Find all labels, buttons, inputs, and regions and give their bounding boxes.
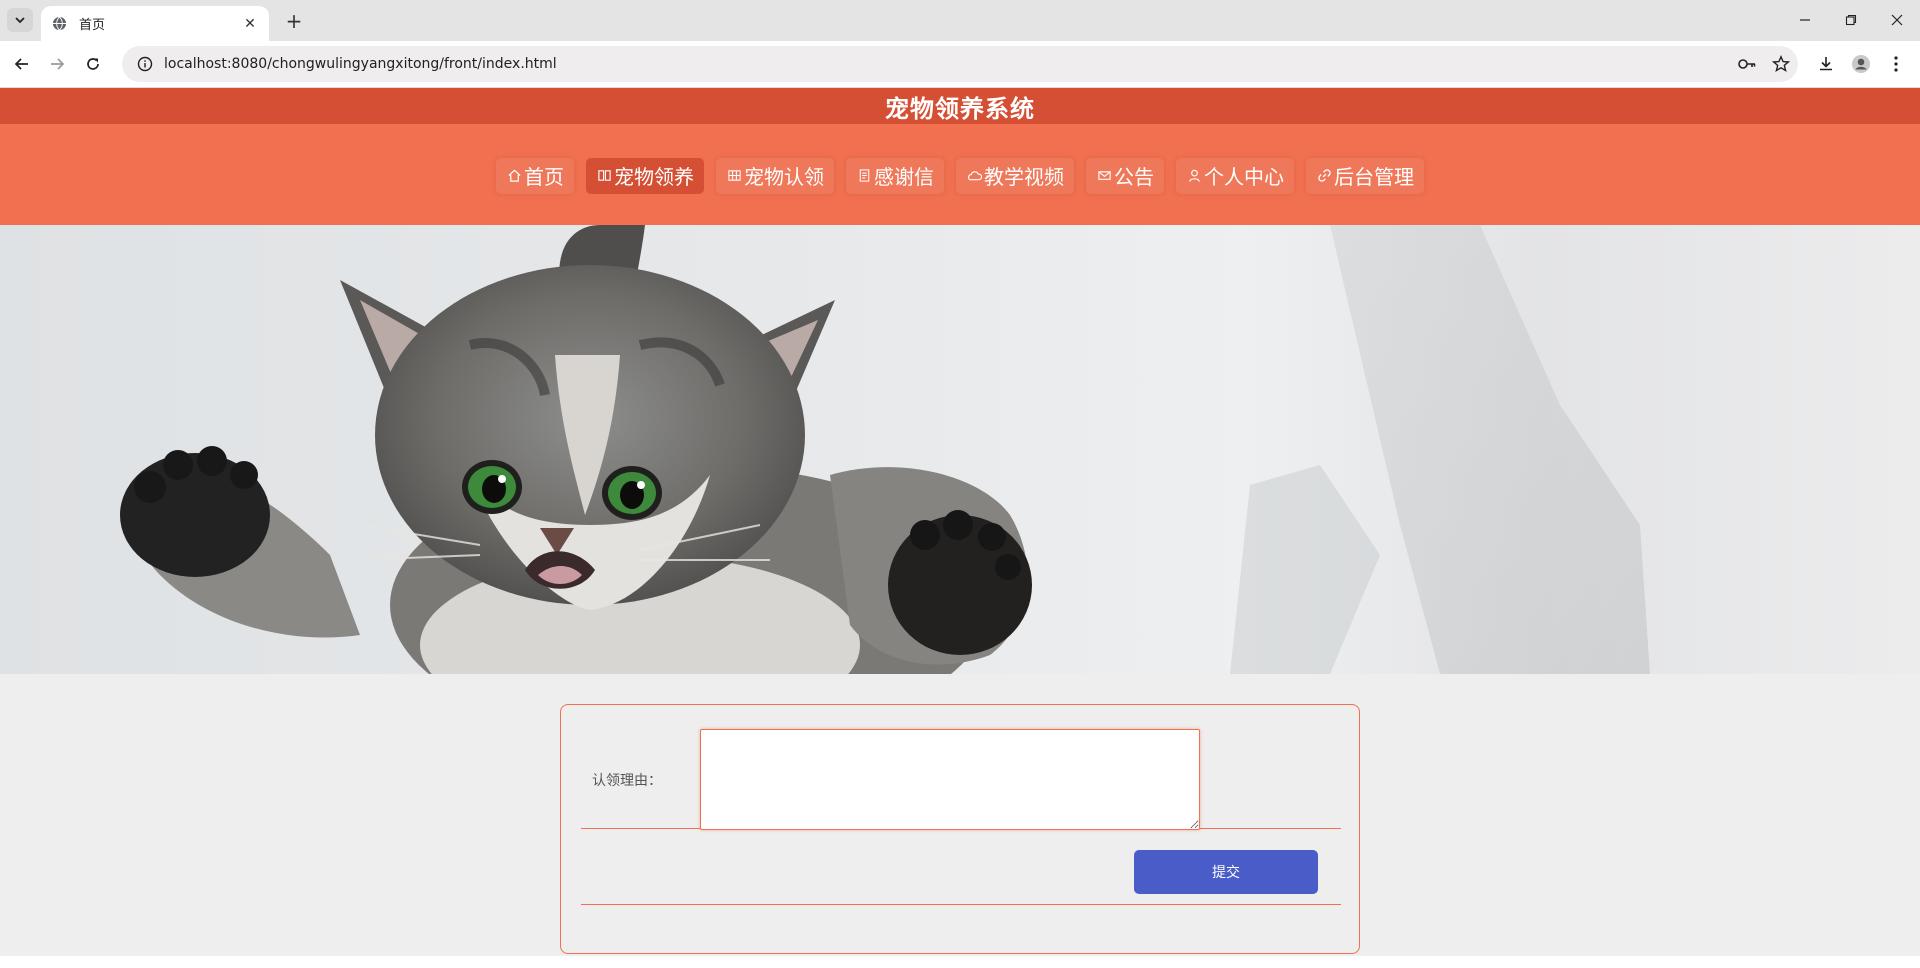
browser-toolbar: localhost:8080/chongwulingyangxitong/fro… [0,41,1920,88]
key-icon[interactable] [1730,49,1764,79]
form-row-actions: 提交 [581,829,1341,905]
claim-form: 认领理由： 提交 [560,704,1360,954]
nav-item-tutorial-videos[interactable]: 教学视频 [956,157,1074,194]
profile-button[interactable] [1846,49,1876,79]
minimize-button[interactable] [1782,0,1828,40]
new-tab-button[interactable]: + [282,9,306,33]
nav-item-label: 感谢信 [874,165,934,189]
mail-icon [1096,168,1112,184]
close-icon [1891,14,1903,26]
claim-reason-label: 认领理由： [592,773,662,789]
minimize-icon [1800,19,1810,21]
grid-icon [726,168,742,184]
banner-carousel[interactable] [0,225,1920,674]
cloud-icon [966,168,982,184]
site-header: 宠物领养系统 [0,88,1920,124]
restore-button[interactable] [1828,0,1874,40]
claim-reason-textarea[interactable] [700,729,1200,830]
forward-button[interactable] [42,49,72,79]
form-row-reason: 认领理由： [581,719,1341,830]
arrow-left-icon [14,58,28,70]
download-icon [1820,57,1832,71]
profile-icon [1852,55,1870,73]
reload-button[interactable] [78,49,108,79]
tab-search-button[interactable] [7,8,33,32]
nav-item-home[interactable]: 首页 [496,157,574,194]
kitten-illustration [120,225,1650,674]
page-content: 宠物领养系统 首页 宠物领养 宠物认领 感谢信 教学视频 公告 个人中心 后台管… [0,88,1920,956]
site-title: 宠物领养系统 [885,94,1035,123]
submit-button[interactable]: 提交 [1134,850,1318,894]
nav-item-pet-claim[interactable]: 宠物认领 [716,157,834,194]
nav-item-label: 个人中心 [1204,165,1284,189]
nav-item-label: 公告 [1114,165,1154,189]
globe-icon [51,16,67,32]
nav-item-label: 宠物领养 [614,165,694,189]
back-button[interactable] [7,49,37,79]
tab-title: 首页 [79,18,106,33]
link-icon [1316,168,1332,184]
tab-close-icon[interactable]: ✕ [241,15,259,33]
nav-item-personal-center[interactable]: 个人中心 [1176,157,1294,194]
more-vertical-icon [1894,56,1898,72]
nav-item-pet-adoption[interactable]: 宠物领养 [586,157,704,194]
browser-tab[interactable]: 首页 ✕ [41,6,269,41]
nav-item-label: 宠物认领 [744,165,824,189]
reload-icon [87,58,99,70]
nav-item-announcements[interactable]: 公告 [1086,157,1164,194]
document-icon [856,168,872,184]
star-icon[interactable] [1764,49,1798,79]
nav-item-admin[interactable]: 后台管理 [1306,157,1424,194]
main-navbar: 首页 宠物领养 宠物认领 感谢信 教学视频 公告 个人中心 后台管理 [0,124,1920,225]
browser-tabstrip: 首页 ✕ + [0,0,1920,41]
book-icon [596,168,612,184]
restore-icon [1845,14,1857,26]
nav-item-label: 教学视频 [984,165,1064,189]
nav-item-label: 后台管理 [1334,165,1414,189]
arrow-right-icon [51,58,65,70]
browser-menu-button[interactable] [1881,49,1911,79]
nav-item-label: 首页 [524,165,564,189]
user-icon [1186,168,1202,184]
home-icon [506,168,522,184]
nav-item-thank-you-letters[interactable]: 感谢信 [846,157,944,194]
chevron-down-icon [15,17,25,24]
url-text: localhost:8080/chongwulingyangxitong/fro… [164,56,557,72]
site-info-icon[interactable] [130,56,160,72]
address-bar[interactable]: localhost:8080/chongwulingyangxitong/fro… [122,46,1798,82]
downloads-button[interactable] [1811,49,1841,79]
close-window-button[interactable] [1874,0,1920,40]
